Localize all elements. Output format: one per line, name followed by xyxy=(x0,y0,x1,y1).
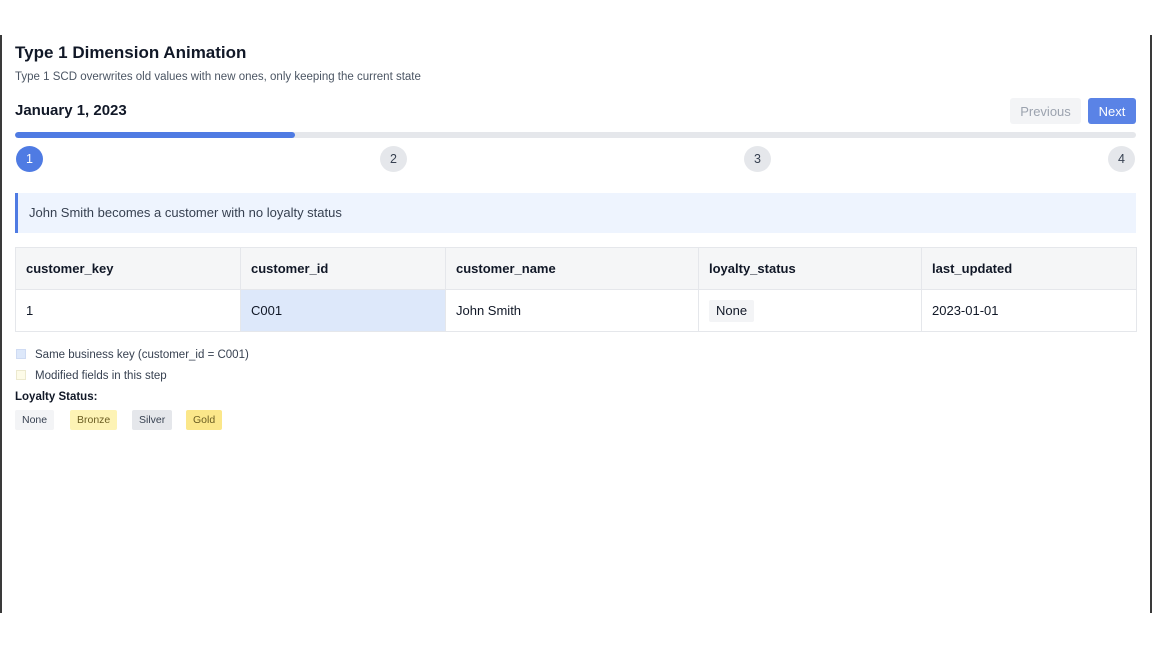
cell-customer-id: C001 xyxy=(240,289,446,332)
cell-customer-key: 1 xyxy=(15,289,241,332)
step-4[interactable]: 4 xyxy=(1108,146,1135,172)
legend-modified: Modified fields in this step xyxy=(15,369,1136,390)
modified-swatch xyxy=(16,370,26,380)
column-header-customer-name: customer_name xyxy=(445,247,699,290)
column-header-loyalty-status: loyalty_status xyxy=(698,247,922,290)
step-indicators: 1 2 3 4 xyxy=(15,146,1136,172)
loyalty-status-badges: None Bronze Silver Gold xyxy=(15,410,1136,430)
loyalty-status-pill: None xyxy=(709,299,755,322)
main-content: Type 1 Dimension Animation Type 1 SCD ov… xyxy=(15,42,1137,430)
legend-same-key-label: Same business key (customer_id = C001) xyxy=(35,349,249,361)
step-3[interactable]: 3 xyxy=(744,146,771,172)
badge-none: None xyxy=(15,410,55,430)
previous-button[interactable]: Previous xyxy=(1010,98,1081,124)
legend-modified-label: Modified fields in this step xyxy=(35,370,167,382)
progress-bar-fill xyxy=(15,132,296,138)
date-navigation: January 1, 2023 Previous Next xyxy=(15,98,1136,124)
column-header-last-updated: last_updated xyxy=(921,247,1137,290)
step-2[interactable]: 2 xyxy=(380,146,407,172)
step-description: John Smith becomes a customer with no lo… xyxy=(15,193,1136,233)
table-row: 1 C001 John Smith None 2023-01-01 xyxy=(15,289,1137,332)
legend-same-key: Same business key (customer_id = C001) xyxy=(15,348,1136,369)
step-1[interactable]: 1 xyxy=(16,146,43,172)
legend: Same business key (customer_id = C001) M… xyxy=(15,348,1136,430)
table-header-row: customer_key customer_id customer_name l… xyxy=(15,247,1137,290)
next-button[interactable]: Next xyxy=(1088,98,1136,124)
column-header-customer-key: customer_key xyxy=(15,247,241,290)
page-subtitle: Type 1 SCD overwrites old values with ne… xyxy=(15,71,421,83)
cell-last-updated: 2023-01-01 xyxy=(921,289,1137,332)
badge-gold: Gold xyxy=(186,410,223,430)
cell-customer-name: John Smith xyxy=(445,289,699,332)
progress-bar xyxy=(15,132,1136,138)
page-title: Type 1 Dimension Animation xyxy=(15,43,247,62)
frame-left-border xyxy=(0,35,2,613)
badge-silver: Silver xyxy=(132,410,173,430)
loyalty-status-label: Loyalty Status: xyxy=(15,391,98,403)
cell-loyalty-status: None xyxy=(698,289,922,332)
customer-dimension-table: customer_key customer_id customer_name l… xyxy=(15,247,1137,332)
badge-bronze: Bronze xyxy=(70,410,118,430)
current-date: January 1, 2023 xyxy=(15,102,127,119)
column-header-customer-id: customer_id xyxy=(240,247,446,290)
same-key-swatch xyxy=(16,349,26,359)
